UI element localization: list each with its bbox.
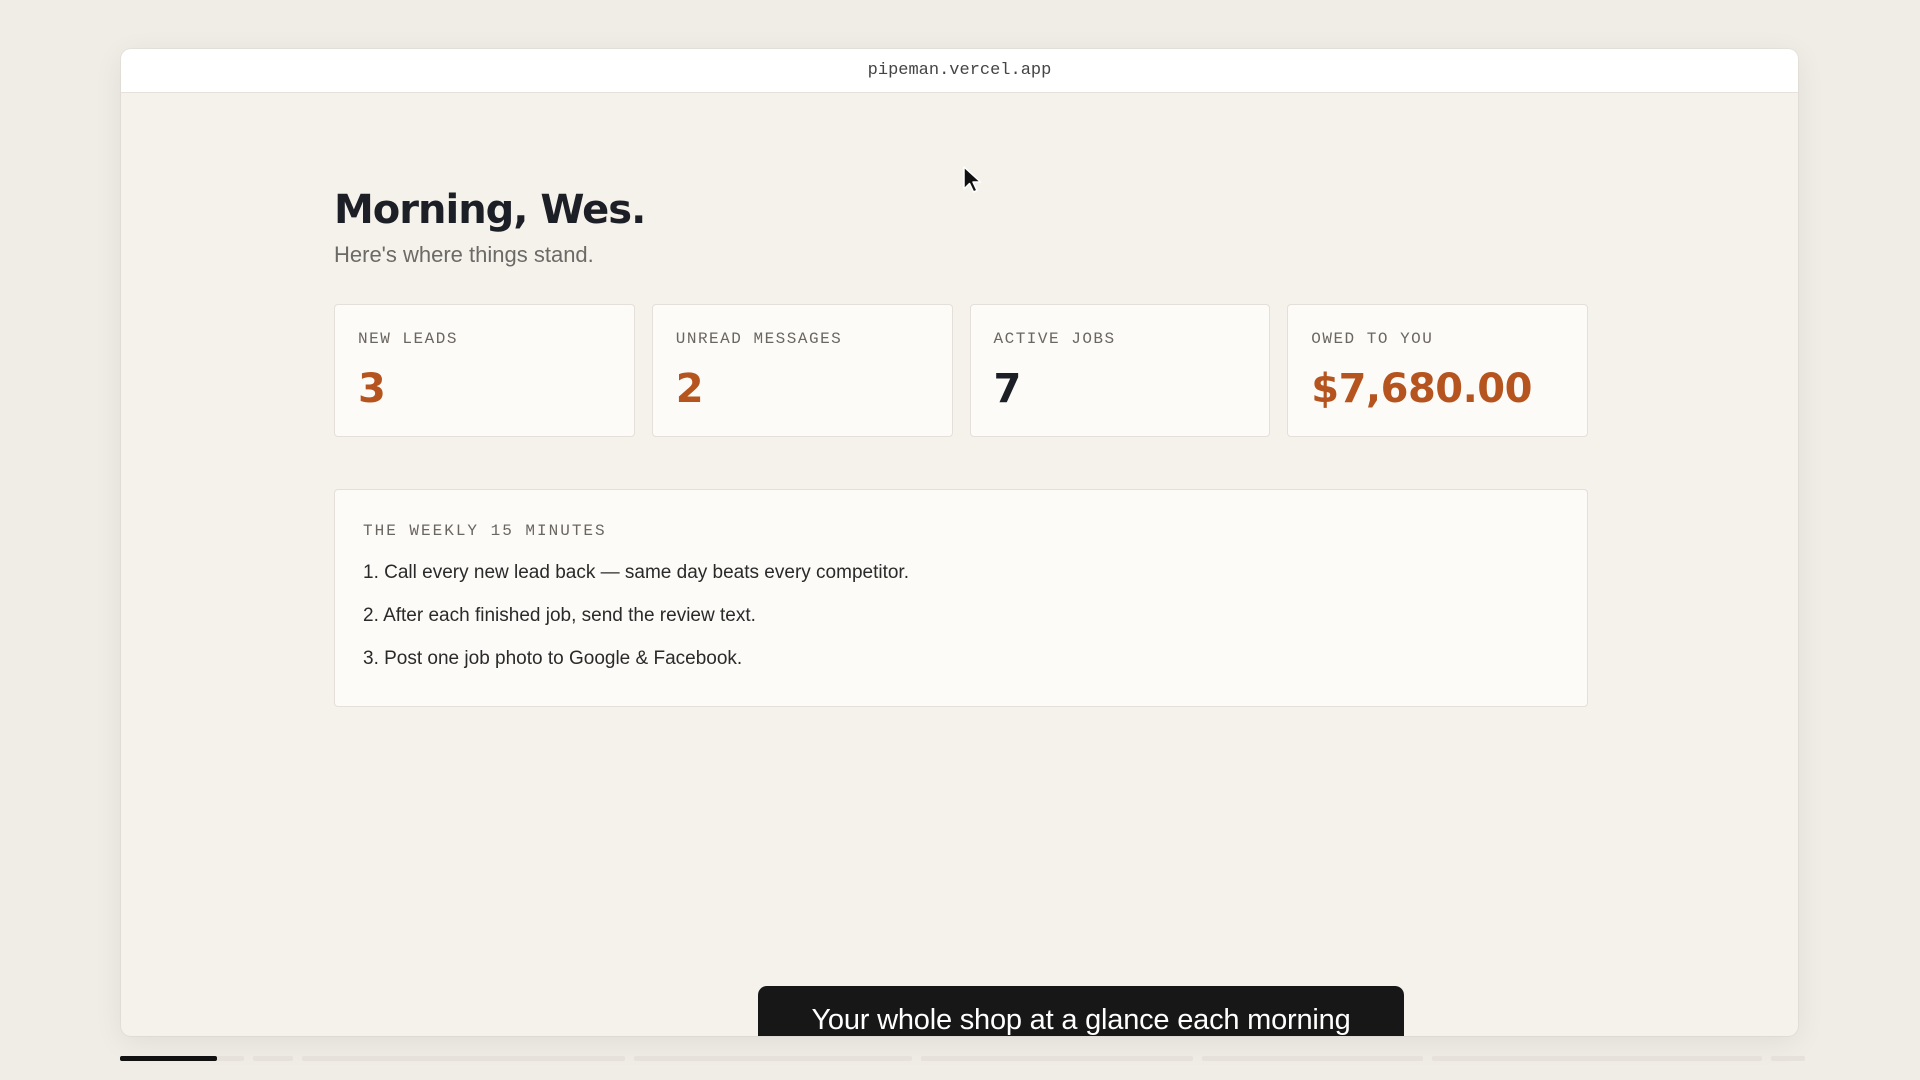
weekly-checklist-card: THE WEEKLY 15 MINUTES 1. Call every new … bbox=[334, 489, 1588, 707]
progress-segment[interactable] bbox=[302, 1056, 625, 1061]
progress-segment[interactable] bbox=[253, 1056, 293, 1061]
browser-window: pipeman.vercel.app Morning, Wes. Here's … bbox=[121, 49, 1798, 1036]
stat-value: $7,680.00 bbox=[1311, 366, 1532, 412]
progress-segment[interactable] bbox=[1771, 1056, 1805, 1061]
stat-card-owed-to-you[interactable]: OWED TO YOU $7,680.00 bbox=[1287, 304, 1588, 437]
stat-value: 7 bbox=[993, 366, 1022, 412]
progress-segment[interactable] bbox=[921, 1056, 1193, 1061]
list-item: 1. Call every new lead back — same day b… bbox=[363, 562, 909, 583]
stat-card-unread-messages[interactable]: UNREAD MESSAGES 2 bbox=[651, 304, 953, 437]
stat-value: 2 bbox=[675, 366, 704, 412]
progress-segment[interactable] bbox=[120, 1056, 244, 1061]
mouse-pointer-icon bbox=[963, 166, 982, 193]
stat-label: UNREAD MESSAGES bbox=[675, 330, 843, 348]
page-title: Morning, Wes. bbox=[334, 187, 646, 233]
stat-card-new-leads[interactable]: NEW LEADS 3 bbox=[334, 304, 635, 437]
list-item: 2. After each finished job, send the rev… bbox=[363, 605, 756, 626]
stat-label: NEW LEADS bbox=[358, 330, 458, 348]
progress-segment[interactable] bbox=[1202, 1056, 1423, 1061]
weekly-checklist-title: THE WEEKLY 15 MINUTES bbox=[363, 522, 607, 540]
stats-row: NEW LEADS 3 UNREAD MESSAGES 2 ACTIVE JOB… bbox=[334, 304, 1588, 437]
url-text: pipeman.vercel.app bbox=[867, 61, 1052, 80]
list-item: 3. Post one job photo to Google & Facebo… bbox=[363, 648, 743, 669]
address-bar[interactable]: pipeman.vercel.app bbox=[121, 49, 1798, 93]
stat-card-active-jobs[interactable]: ACTIVE JOBS 7 bbox=[969, 304, 1271, 437]
stat-label: OWED TO YOU bbox=[1311, 330, 1434, 348]
progress-segment[interactable] bbox=[1432, 1056, 1762, 1061]
video-caption: Your whole shop at a glance each morning bbox=[758, 986, 1404, 1036]
progress-segment-fill bbox=[120, 1056, 217, 1061]
page-subtitle: Here's where things stand. bbox=[334, 242, 594, 267]
stat-label: ACTIVE JOBS bbox=[993, 330, 1116, 348]
progress-segment[interactable] bbox=[634, 1056, 912, 1061]
stat-value: 3 bbox=[358, 366, 386, 412]
story-progress-bar bbox=[120, 1056, 1805, 1062]
weekly-checklist: 1. Call every new lead back — same day b… bbox=[363, 562, 1559, 669]
